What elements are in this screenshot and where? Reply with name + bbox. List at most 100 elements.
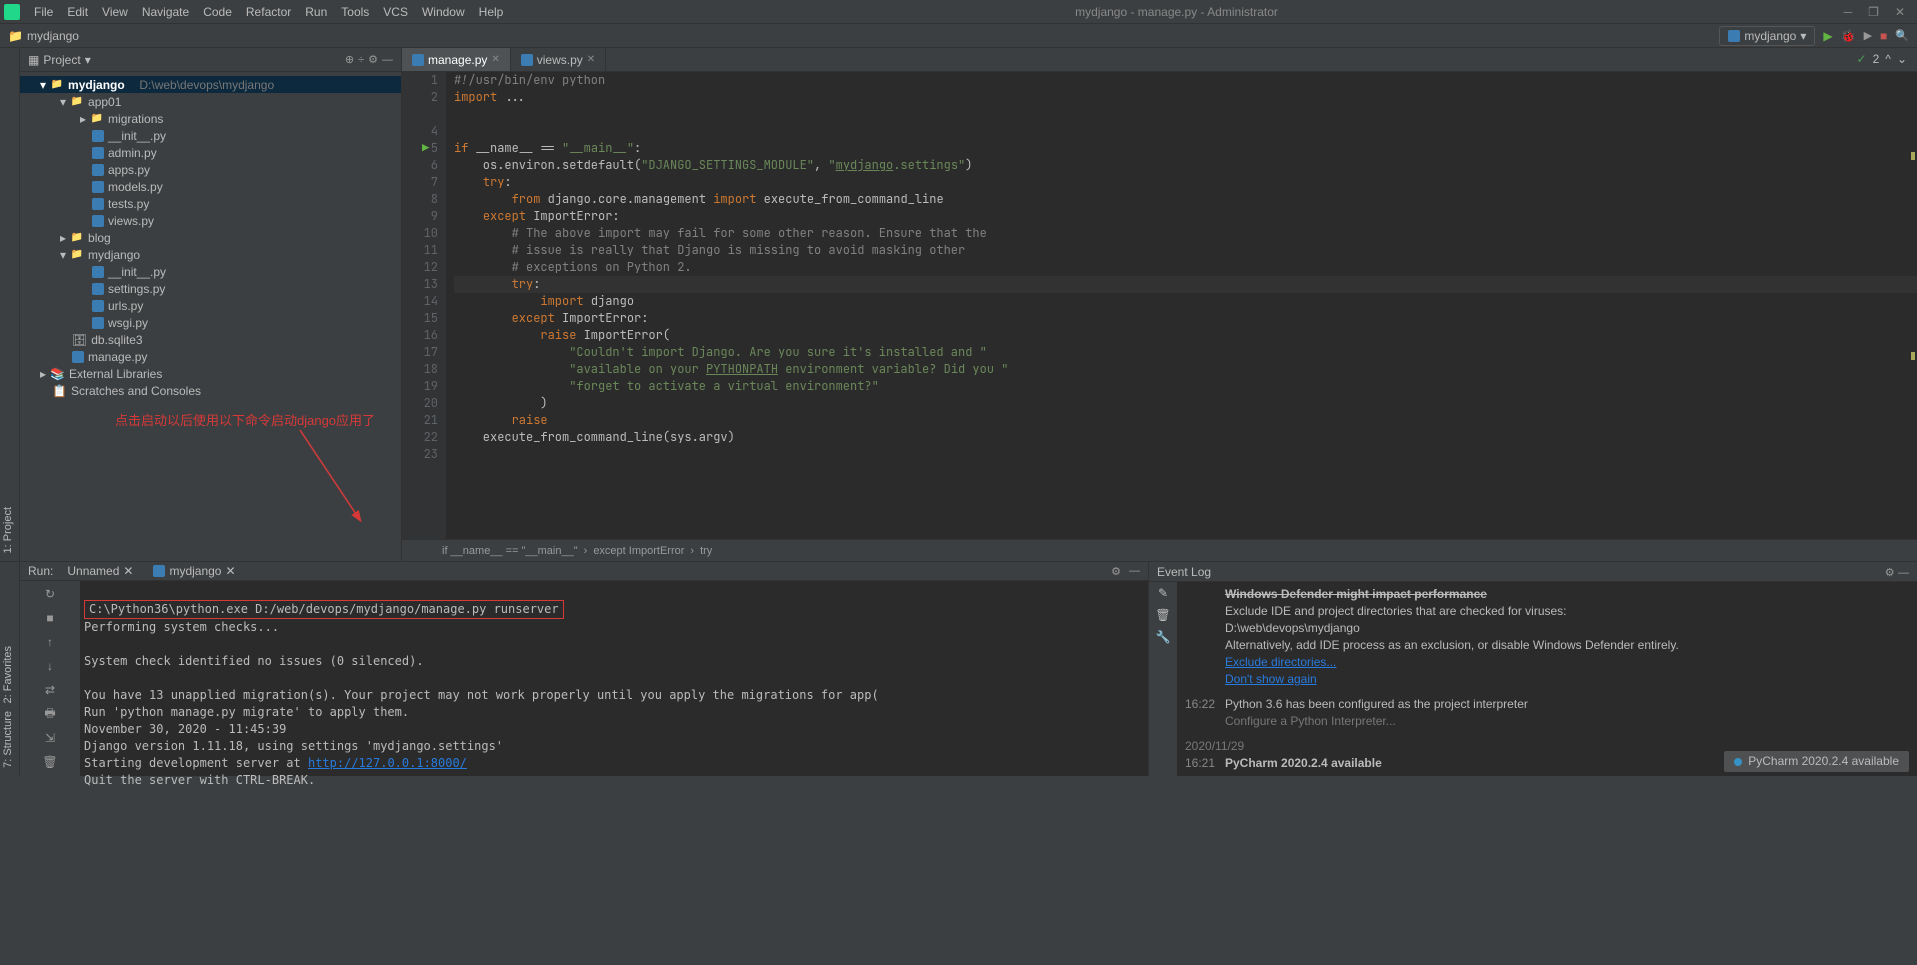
select-opened-file-icon[interactable]: ⊕ — [345, 53, 354, 66]
breadcrumb-segment[interactable]: try — [700, 545, 712, 557]
run-tab-mydjango[interactable]: mydjango✕ — [147, 562, 241, 580]
notification-popup[interactable]: PyCharm 2020.2.4 available — [1724, 751, 1909, 772]
tab-manage[interactable]: manage.py✕ — [402, 48, 511, 71]
tree-folder[interactable]: ▸ migrations — [20, 110, 401, 127]
menu-tools[interactable]: Tools — [335, 3, 375, 21]
tree-file[interactable]: __init__.py — [20, 127, 401, 144]
run-tab-unnamed[interactable]: Unnamed✕ — [61, 562, 139, 580]
structure-tool-tab[interactable]: 7: Structure — [2, 711, 17, 768]
tree-file[interactable]: manage.py — [20, 348, 401, 365]
scroll-end-icon[interactable]: ⇲ — [41, 729, 59, 747]
trash-icon[interactable]: 🗑 — [1155, 608, 1170, 622]
collapse-all-icon[interactable]: ⚙ — [368, 53, 378, 66]
tree-file[interactable]: settings.py — [20, 280, 401, 297]
print-icon[interactable]: 🖶 — [41, 705, 59, 723]
menu-navigate[interactable]: Navigate — [136, 3, 195, 21]
tree-file[interactable]: __init__.py — [20, 263, 401, 280]
scroll-up-icon[interactable]: ↑ — [41, 633, 59, 651]
gear-icon[interactable]: ⚙ — [1111, 565, 1121, 578]
rerun-button[interactable]: ↻ — [41, 585, 59, 603]
tree-file[interactable]: models.py — [20, 178, 401, 195]
close-icon[interactable]: ✕ — [587, 54, 595, 65]
breadcrumb-segment[interactable]: if __name__ == "__main__" — [442, 545, 578, 557]
hide-icon[interactable]: — — [1129, 565, 1140, 577]
python-icon — [521, 54, 533, 66]
tree-folder[interactable]: ▾ mydjango — [20, 246, 401, 263]
tree-label: __init__.py — [108, 129, 166, 143]
project-header-label[interactable]: Project — [43, 53, 80, 67]
scroll-down-icon[interactable]: ↓ — [41, 657, 59, 675]
code-body[interactable]: ▶ #!/usr/bin/env python import ... if __… — [446, 72, 1917, 539]
menu-help[interactable]: Help — [473, 3, 510, 21]
tree-root-name: mydjango — [68, 78, 125, 92]
close-icon[interactable]: ✕ — [491, 54, 499, 65]
tree-file[interactable]: wsgi.py — [20, 314, 401, 331]
run-config-selector[interactable]: mydjango ▾ — [1719, 26, 1815, 46]
run-gutter-icon[interactable]: ▶ — [422, 140, 429, 157]
tree-folder[interactable]: ▸ blog — [20, 229, 401, 246]
hide-icon[interactable]: — — [382, 54, 393, 66]
tree-label: views.py — [108, 214, 154, 228]
menu-file[interactable]: File — [28, 3, 59, 21]
code-area[interactable]: 124567891011121314151617181920212223 ▶ #… — [402, 72, 1917, 539]
breadcrumb-segment[interactable]: except ImportError — [593, 545, 684, 557]
library-icon: 📚 — [50, 367, 65, 381]
editor: manage.py✕ views.py ✕ ✓2^⌄ 12456789101112… — [402, 48, 1917, 561]
run-output[interactable]: C:\Python36\python.exe D:/web/devops/myd… — [80, 581, 1148, 808]
pycharm-logo-icon — [4, 4, 20, 20]
close-icon[interactable]: ✕ — [1895, 5, 1905, 19]
tree-file[interactable]: admin.py — [20, 144, 401, 161]
menu-vcs[interactable]: VCS — [377, 3, 414, 21]
stop-button[interactable]: ■ — [41, 609, 59, 627]
tree-file[interactable]: apps.py — [20, 161, 401, 178]
editor-breadcrumb[interactable]: if __name__ == "__main__"› except Import… — [402, 539, 1917, 561]
menu-run[interactable]: Run — [299, 3, 333, 21]
breadcrumb[interactable]: 📁 mydjango — [8, 29, 79, 43]
search-everywhere-button[interactable]: 🔍 — [1895, 29, 1909, 42]
run-button[interactable]: ▶ — [1823, 29, 1832, 43]
python-icon — [92, 164, 104, 176]
folder-icon — [70, 95, 84, 109]
tree-file[interactable]: 🗄db.sqlite3 — [20, 331, 401, 348]
tree-folder[interactable]: ▸ 📚External Libraries — [20, 365, 401, 382]
tab-views[interactable]: views.py ✕ — [511, 48, 606, 71]
event-text: Alternatively, add IDE process as an exc… — [1185, 637, 1909, 654]
hide-icon[interactable]: — — [1898, 567, 1909, 579]
menu-code[interactable]: Code — [197, 3, 238, 21]
expand-all-icon[interactable]: ÷ — [358, 54, 364, 66]
favorites-tool-tab[interactable]: 2: Favorites — [2, 646, 17, 703]
event-link-exclude[interactable]: Exclude directories... — [1225, 655, 1336, 669]
tree-file[interactable]: views.py — [20, 212, 401, 229]
run-coverage-button[interactable]: ▶ — [1864, 29, 1872, 42]
tree-file[interactable]: tests.py — [20, 195, 401, 212]
tree-folder[interactable]: ▾ app01 — [20, 93, 401, 110]
tree-file[interactable]: urls.py — [20, 297, 401, 314]
project-tree[interactable]: ▾ mydjango D:\web\devops\mydjango ▾ app0… — [20, 72, 401, 561]
menu-refactor[interactable]: Refactor — [240, 3, 297, 21]
editor-inspections[interactable]: ✓2^⌄ — [1857, 52, 1907, 66]
wrench-icon[interactable]: 🔧 — [1156, 630, 1171, 644]
project-tool-tab[interactable]: 1: Project — [2, 507, 17, 553]
run-url-link[interactable]: http://127.0.0.1:8000/ — [308, 756, 467, 770]
tree-folder[interactable]: 📋Scratches and Consoles — [20, 382, 401, 399]
debug-button[interactable]: 🐞 — [1841, 29, 1856, 43]
pencil-icon[interactable]: ✎ — [1158, 586, 1168, 600]
tree-root[interactable]: ▾ mydjango D:\web\devops\mydjango — [20, 76, 401, 93]
tab-label: views.py — [537, 53, 583, 67]
menu-view[interactable]: View — [96, 3, 134, 21]
event-log-content[interactable]: Windows Defender might impact performanc… — [1177, 582, 1917, 776]
stop-button[interactable]: ■ — [1880, 29, 1887, 43]
close-icon[interactable]: ✕ — [123, 564, 133, 578]
breadcrumb-root[interactable]: mydjango — [27, 29, 79, 43]
gear-icon[interactable]: ⚙ — [1885, 567, 1895, 579]
menu-edit[interactable]: Edit — [61, 3, 94, 21]
soft-wrap-icon[interactable]: ⇄ — [41, 681, 59, 699]
minimize-icon[interactable]: ─ — [1844, 5, 1853, 19]
event-link-dontshow[interactable]: Don't show again — [1225, 672, 1317, 686]
close-icon[interactable]: ✕ — [225, 564, 235, 578]
clear-icon[interactable]: 🗑 — [41, 753, 59, 771]
maximize-icon[interactable]: ❐ — [1868, 5, 1879, 19]
event-subtext[interactable]: Configure a Python Interpreter... — [1185, 713, 1909, 730]
menu-window[interactable]: Window — [416, 3, 471, 21]
chevron-down-icon[interactable]: ▾ — [85, 53, 91, 67]
